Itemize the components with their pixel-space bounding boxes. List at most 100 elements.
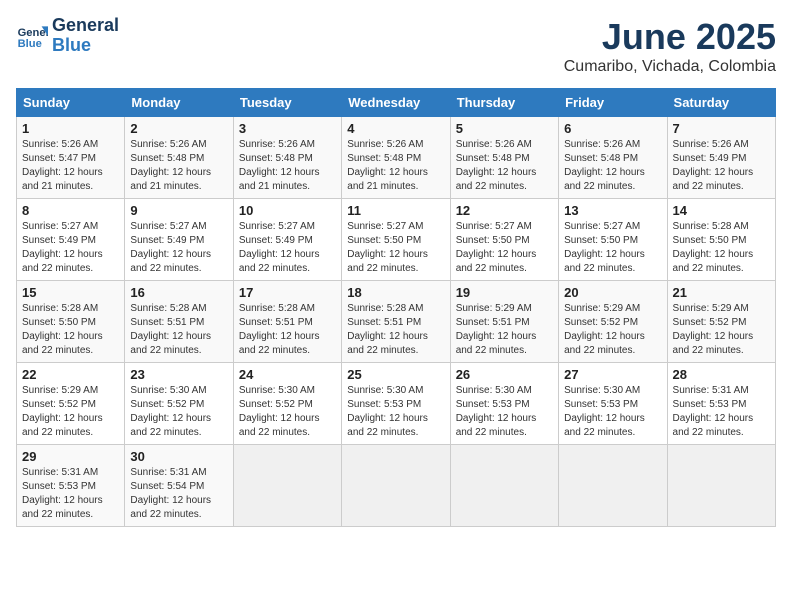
day-number: 11 (347, 203, 444, 218)
day-info: Sunrise: 5:30 AM Sunset: 5:53 PM Dayligh… (456, 384, 553, 440)
table-row: 30 Sunrise: 5:31 AM Sunset: 5:54 PM Dayl… (125, 445, 233, 527)
calendar-table: Sunday Monday Tuesday Wednesday Thursday… (16, 88, 776, 527)
page-header: General Blue General Blue June 2025 Cuma… (16, 16, 776, 76)
day-info: Sunrise: 5:27 AM Sunset: 5:49 PM Dayligh… (22, 220, 119, 276)
table-row (559, 445, 667, 527)
table-row: 26 Sunrise: 5:30 AM Sunset: 5:53 PM Dayl… (450, 363, 558, 445)
table-row: 19 Sunrise: 5:29 AM Sunset: 5:51 PM Dayl… (450, 281, 558, 363)
day-number: 23 (130, 367, 227, 382)
calendar-week-1: 1 Sunrise: 5:26 AM Sunset: 5:47 PM Dayli… (17, 117, 776, 199)
title-section: June 2025 Cumaribo, Vichada, Colombia (564, 16, 776, 76)
table-row: 13 Sunrise: 5:27 AM Sunset: 5:50 PM Dayl… (559, 199, 667, 281)
day-info: Sunrise: 5:27 AM Sunset: 5:50 PM Dayligh… (564, 220, 661, 276)
calendar-subtitle: Cumaribo, Vichada, Colombia (564, 58, 776, 76)
table-row: 4 Sunrise: 5:26 AM Sunset: 5:48 PM Dayli… (342, 117, 450, 199)
table-row: 27 Sunrise: 5:30 AM Sunset: 5:53 PM Dayl… (559, 363, 667, 445)
table-row: 2 Sunrise: 5:26 AM Sunset: 5:48 PM Dayli… (125, 117, 233, 199)
col-tuesday: Tuesday (233, 89, 341, 117)
table-row: 22 Sunrise: 5:29 AM Sunset: 5:52 PM Dayl… (17, 363, 125, 445)
table-row: 12 Sunrise: 5:27 AM Sunset: 5:50 PM Dayl… (450, 199, 558, 281)
day-info: Sunrise: 5:30 AM Sunset: 5:53 PM Dayligh… (347, 384, 444, 440)
day-number: 30 (130, 449, 227, 464)
table-row: 9 Sunrise: 5:27 AM Sunset: 5:49 PM Dayli… (125, 199, 233, 281)
day-number: 8 (22, 203, 119, 218)
day-number: 12 (456, 203, 553, 218)
logo: General Blue General Blue (16, 16, 119, 56)
table-row: 17 Sunrise: 5:28 AM Sunset: 5:51 PM Dayl… (233, 281, 341, 363)
calendar-week-2: 8 Sunrise: 5:27 AM Sunset: 5:49 PM Dayli… (17, 199, 776, 281)
day-info: Sunrise: 5:29 AM Sunset: 5:52 PM Dayligh… (22, 384, 119, 440)
logo-text-line1: General (52, 16, 119, 36)
table-row: 8 Sunrise: 5:27 AM Sunset: 5:49 PM Dayli… (17, 199, 125, 281)
day-number: 6 (564, 121, 661, 136)
table-row (233, 445, 341, 527)
day-info: Sunrise: 5:26 AM Sunset: 5:48 PM Dayligh… (130, 138, 227, 194)
table-row: 3 Sunrise: 5:26 AM Sunset: 5:48 PM Dayli… (233, 117, 341, 199)
day-number: 5 (456, 121, 553, 136)
col-wednesday: Wednesday (342, 89, 450, 117)
day-info: Sunrise: 5:31 AM Sunset: 5:53 PM Dayligh… (673, 384, 770, 440)
calendar-title: June 2025 (564, 16, 776, 58)
day-info: Sunrise: 5:28 AM Sunset: 5:50 PM Dayligh… (673, 220, 770, 276)
col-thursday: Thursday (450, 89, 558, 117)
table-row: 28 Sunrise: 5:31 AM Sunset: 5:53 PM Dayl… (667, 363, 775, 445)
day-info: Sunrise: 5:27 AM Sunset: 5:49 PM Dayligh… (130, 220, 227, 276)
day-info: Sunrise: 5:27 AM Sunset: 5:50 PM Dayligh… (456, 220, 553, 276)
day-number: 26 (456, 367, 553, 382)
logo-text-line2: Blue (52, 36, 119, 56)
day-number: 2 (130, 121, 227, 136)
col-friday: Friday (559, 89, 667, 117)
day-number: 4 (347, 121, 444, 136)
table-row: 24 Sunrise: 5:30 AM Sunset: 5:52 PM Dayl… (233, 363, 341, 445)
day-info: Sunrise: 5:28 AM Sunset: 5:51 PM Dayligh… (347, 302, 444, 358)
day-info: Sunrise: 5:29 AM Sunset: 5:51 PM Dayligh… (456, 302, 553, 358)
day-number: 20 (564, 285, 661, 300)
table-row (342, 445, 450, 527)
table-row: 29 Sunrise: 5:31 AM Sunset: 5:53 PM Dayl… (17, 445, 125, 527)
day-info: Sunrise: 5:26 AM Sunset: 5:47 PM Dayligh… (22, 138, 119, 194)
col-monday: Monday (125, 89, 233, 117)
table-row: 14 Sunrise: 5:28 AM Sunset: 5:50 PM Dayl… (667, 199, 775, 281)
day-number: 14 (673, 203, 770, 218)
table-row: 23 Sunrise: 5:30 AM Sunset: 5:52 PM Dayl… (125, 363, 233, 445)
day-number: 19 (456, 285, 553, 300)
table-row: 20 Sunrise: 5:29 AM Sunset: 5:52 PM Dayl… (559, 281, 667, 363)
table-row (667, 445, 775, 527)
calendar-week-4: 22 Sunrise: 5:29 AM Sunset: 5:52 PM Dayl… (17, 363, 776, 445)
day-info: Sunrise: 5:26 AM Sunset: 5:48 PM Dayligh… (239, 138, 336, 194)
day-number: 9 (130, 203, 227, 218)
day-info: Sunrise: 5:27 AM Sunset: 5:49 PM Dayligh… (239, 220, 336, 276)
day-number: 3 (239, 121, 336, 136)
day-number: 17 (239, 285, 336, 300)
calendar-week-5: 29 Sunrise: 5:31 AM Sunset: 5:53 PM Dayl… (17, 445, 776, 527)
day-info: Sunrise: 5:30 AM Sunset: 5:52 PM Dayligh… (239, 384, 336, 440)
day-info: Sunrise: 5:31 AM Sunset: 5:54 PM Dayligh… (130, 466, 227, 522)
day-number: 13 (564, 203, 661, 218)
svg-text:Blue: Blue (18, 38, 42, 50)
day-number: 10 (239, 203, 336, 218)
table-row (450, 445, 558, 527)
day-info: Sunrise: 5:31 AM Sunset: 5:53 PM Dayligh… (22, 466, 119, 522)
table-row: 7 Sunrise: 5:26 AM Sunset: 5:49 PM Dayli… (667, 117, 775, 199)
day-info: Sunrise: 5:26 AM Sunset: 5:48 PM Dayligh… (347, 138, 444, 194)
table-row: 11 Sunrise: 5:27 AM Sunset: 5:50 PM Dayl… (342, 199, 450, 281)
day-info: Sunrise: 5:30 AM Sunset: 5:52 PM Dayligh… (130, 384, 227, 440)
day-number: 16 (130, 285, 227, 300)
table-row: 10 Sunrise: 5:27 AM Sunset: 5:49 PM Dayl… (233, 199, 341, 281)
day-info: Sunrise: 5:28 AM Sunset: 5:51 PM Dayligh… (239, 302, 336, 358)
day-info: Sunrise: 5:28 AM Sunset: 5:51 PM Dayligh… (130, 302, 227, 358)
day-number: 29 (22, 449, 119, 464)
table-row: 1 Sunrise: 5:26 AM Sunset: 5:47 PM Dayli… (17, 117, 125, 199)
table-row: 16 Sunrise: 5:28 AM Sunset: 5:51 PM Dayl… (125, 281, 233, 363)
day-number: 22 (22, 367, 119, 382)
day-number: 24 (239, 367, 336, 382)
day-info: Sunrise: 5:28 AM Sunset: 5:50 PM Dayligh… (22, 302, 119, 358)
day-number: 18 (347, 285, 444, 300)
day-info: Sunrise: 5:29 AM Sunset: 5:52 PM Dayligh… (564, 302, 661, 358)
col-sunday: Sunday (17, 89, 125, 117)
day-number: 7 (673, 121, 770, 136)
day-number: 27 (564, 367, 661, 382)
calendar-header-row: Sunday Monday Tuesday Wednesday Thursday… (17, 89, 776, 117)
day-info: Sunrise: 5:26 AM Sunset: 5:49 PM Dayligh… (673, 138, 770, 194)
calendar-week-3: 15 Sunrise: 5:28 AM Sunset: 5:50 PM Dayl… (17, 281, 776, 363)
